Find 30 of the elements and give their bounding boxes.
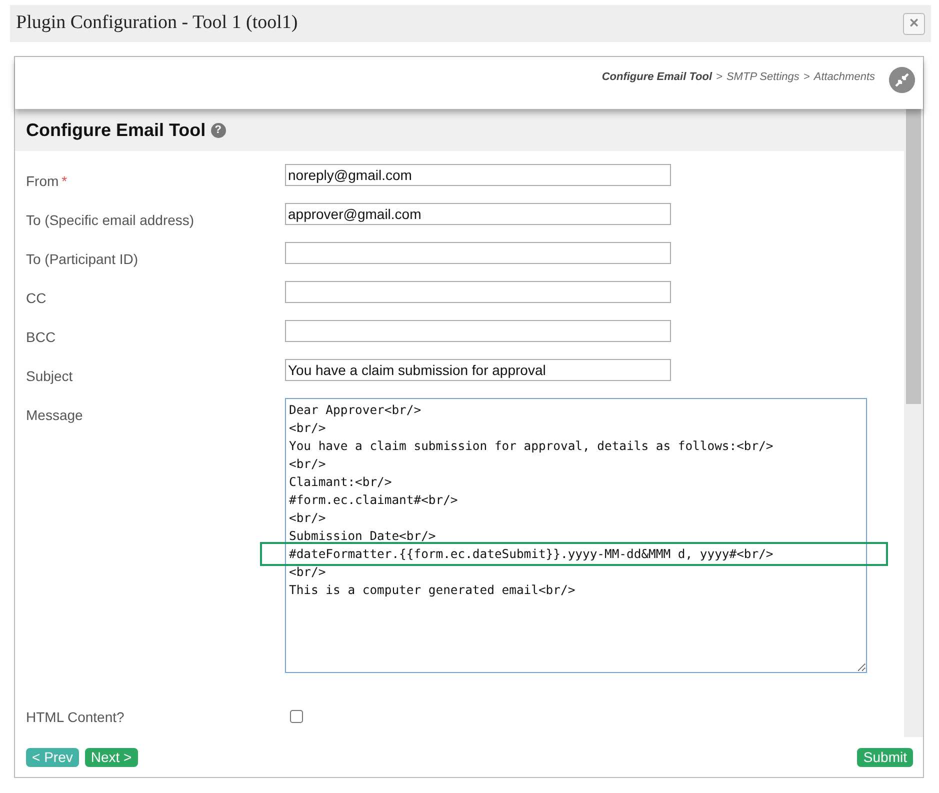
breadcrumb-separator: > [716,70,722,85]
help-icon[interactable]: ? [210,122,226,138]
required-mark: * [62,173,68,189]
message-field[interactable]: Dear Approver<br/> <br/> You have a claim submission for approval, details as follows:<br/> <br/> Claimant:<br/> #form.ec.claimant#<br/> <br/> Submission Date<br/> #dateFormatter.{{form.ec.dateSubmit}}.yyyy-MM-dd&MMM d, yyyy#<br/> <br/> This is a computer generated email<br/> [285,398,867,673]
field-label: To (Participant ID) [26,251,138,267]
input-field[interactable] [285,242,671,264]
collapse-icon[interactable] [889,67,915,93]
field-label: BCC [26,329,56,345]
field-label: Message [26,407,83,423]
input-field[interactable]: You have a claim submission for approval [285,359,671,381]
submit-button[interactable]: Submit [857,748,913,766]
next-button[interactable]: Next > [84,748,138,766]
breadcrumb-step[interactable]: Attachments [814,69,875,86]
section-title: Configure Email Tool [26,118,206,142]
breadcrumb-separator: > [803,70,810,85]
input-field[interactable] [285,281,671,303]
input-field[interactable] [285,320,671,342]
field-label: HTML Content? [26,709,124,725]
field-label: From [26,173,59,189]
close-button[interactable]: × [903,12,925,34]
breadcrumb-step[interactable]: SMTP Settings [726,69,800,86]
field-label: To (Specific email address) [26,212,194,228]
field-label: CC [26,290,46,306]
window-title: Plugin Configuration - Tool 1 (tool1) [16,11,298,36]
checkbox[interactable] [290,710,303,723]
input-field[interactable]: noreply@gmail.com [285,164,671,186]
input-field[interactable]: approver@gmail.com [285,203,671,225]
scrollbar[interactable] [904,109,923,737]
field-label: Subject [26,368,73,384]
breadcrumb-step[interactable]: Configure Email Tool [602,69,712,86]
